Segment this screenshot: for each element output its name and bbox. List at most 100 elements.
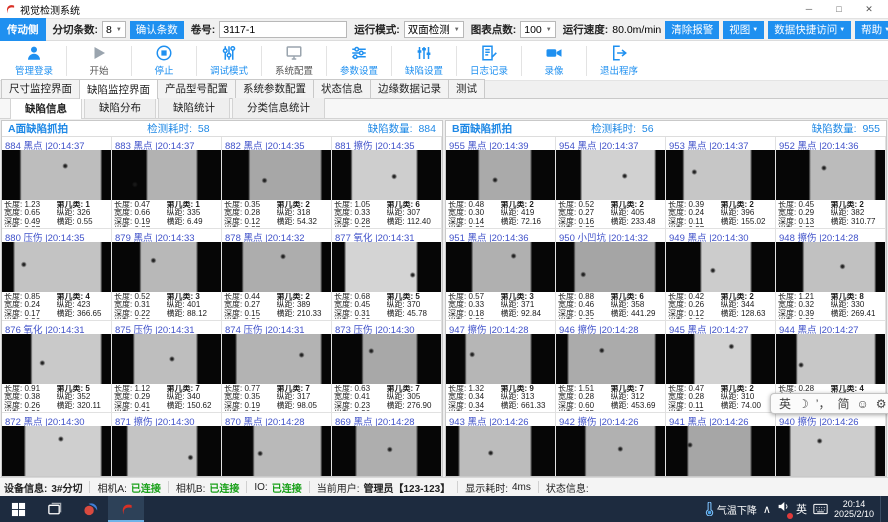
defect-info-left: 长度: 1.32宽度: 0.34深度: 0.34米数: 0.35 bbox=[448, 385, 501, 411]
defect-cell[interactable]: 955 黑点 |20:14:39长度: 0.48宽度: 0.30深度: 0.14… bbox=[446, 137, 556, 229]
minimize-button[interactable]: ─ bbox=[794, 4, 824, 15]
tool-button-play[interactable]: 开始 bbox=[67, 42, 131, 80]
defect-thumbnail bbox=[112, 426, 221, 476]
defect-cell[interactable]: 877 氧化 |20:14:31长度: 0.68宽度: 0.45深度: 0.31… bbox=[331, 228, 442, 321]
defect-cell[interactable]: 876 氧化 |20:14:31长度: 0.91宽度: 0.38深度: 0.26… bbox=[2, 320, 112, 413]
pinned-app-button[interactable] bbox=[72, 496, 108, 522]
defect-cell[interactable]: 875 压伤 |20:14:31长度: 1.12宽度: 0.29深度: 0.41… bbox=[111, 320, 222, 413]
tool-button-camera[interactable]: 录像 bbox=[522, 42, 586, 80]
ime-mode-indicator[interactable]: 英 bbox=[796, 501, 807, 517]
defect-cell[interactable]: 952 黑点 |20:14:36 长度: 0.45宽度: 0.29深度: 0.13… bbox=[775, 137, 886, 229]
info-line: 米数: 0.35 bbox=[558, 410, 611, 411]
run-mode-select[interactable]: 双面检测 ▼ bbox=[404, 21, 464, 38]
close-button[interactable]: ✕ bbox=[854, 4, 884, 15]
ime-fullwidth-toggle[interactable]: ☽ bbox=[798, 397, 809, 411]
tray-expand-chevron[interactable]: ∧ bbox=[763, 503, 771, 516]
drive-side-button[interactable]: 传动侧 bbox=[0, 18, 46, 41]
defect-cell[interactable]: 869 黑点 |20:14:28长度: 0.36宽度: 0.22深度: 0.10… bbox=[331, 412, 442, 476]
defect-cell[interactable]: 940 擦伤 |20:14:26长度: 1.26宽度: 0.33深度: 0.42… bbox=[775, 412, 886, 476]
defect-info-right: 第几类: 6纵距: 307横距: 112.40 bbox=[387, 201, 440, 227]
defect-cell[interactable]: 879 黑点 |20:14:33长度: 0.52宽度: 0.31深度: 0.22… bbox=[111, 228, 222, 321]
defect-cell[interactable]: 945 黑点 |20:14:27长度: 0.47宽度: 0.28深度: 0.11… bbox=[665, 320, 776, 413]
subtab-0[interactable]: 缺陷信息 bbox=[10, 98, 82, 119]
defect-cell[interactable]: 872 黑点 |20:14:30长度: 0.39宽度: 0.26深度: 0.13… bbox=[2, 412, 112, 476]
windows-logo-icon bbox=[11, 502, 26, 517]
tool-button-log[interactable]: 日志记录 bbox=[457, 42, 521, 80]
defect-info-right: 第几类: 7纵距: 317横距: 98.05 bbox=[277, 385, 330, 411]
weather-widget[interactable]: 气温下降 bbox=[704, 502, 757, 517]
ime-simplified-toggle[interactable]: 简 bbox=[837, 395, 849, 412]
defect-cell[interactable]: 941 黑点 |20:14:26长度: 0.38宽度: 0.23深度: 0.10… bbox=[665, 412, 776, 476]
defect-cell[interactable]: 882 黑点 |20:14:35长度: 0.35宽度: 0.28深度: 0.12… bbox=[221, 137, 332, 229]
tab-2[interactable]: 产品型号配置 bbox=[157, 79, 236, 98]
speaker-icon bbox=[777, 500, 790, 513]
defect-thumbnail bbox=[776, 334, 885, 384]
clock-time: 20:14 bbox=[834, 499, 874, 509]
subtab-3[interactable]: 分类信息统计 bbox=[232, 97, 325, 118]
tab-3[interactable]: 系统参数配置 bbox=[235, 79, 314, 98]
defect-cell[interactable]: 870 黑点 |20:14:28长度: 0.41宽度: 0.25深度: 0.11… bbox=[221, 412, 332, 476]
data-quick-access-button[interactable]: 数据快捷访问▼ bbox=[768, 21, 851, 39]
tool-button-sliders[interactable]: 参数设置 bbox=[327, 42, 391, 80]
chart-points-select[interactable]: 100 ▼ bbox=[520, 21, 555, 38]
defect-cell[interactable]: 948 擦伤 |20:14:28长度: 1.21宽度: 0.32深度: 0.39… bbox=[775, 228, 886, 321]
defect-cell[interactable]: 953 黑点 |20:14:37长度: 0.39宽度: 0.24深度: 0.11… bbox=[665, 137, 776, 229]
defect-cell[interactable]: 947 擦伤 |20:14:28长度: 1.32宽度: 0.34深度: 0.34… bbox=[446, 320, 556, 413]
start-button[interactable] bbox=[0, 496, 36, 522]
tool-button-equalizer[interactable]: 缺陷设置 bbox=[392, 42, 456, 80]
defect-cell[interactable]: 871 擦伤 |20:14:30长度: 1.34宽度: 0.31深度: 0.36… bbox=[111, 412, 222, 476]
tool-button-tune[interactable]: 调试模式 bbox=[197, 42, 261, 80]
taskbar-clock[interactable]: 20:14 2025/2/10 bbox=[834, 499, 874, 520]
tab-4[interactable]: 状态信息 bbox=[313, 79, 371, 98]
defect-cell-header: 952 黑点 |20:14:36 bbox=[776, 137, 885, 150]
tool-button-monitor[interactable]: 系统配置 bbox=[262, 42, 326, 80]
slit-count-label: 分切条数: bbox=[53, 22, 99, 37]
tab-6[interactable]: 测试 bbox=[448, 79, 485, 98]
confirm-count-button[interactable]: 确认条数 bbox=[130, 21, 184, 39]
ime-english-mode[interactable]: 英 bbox=[779, 395, 791, 412]
defect-cell[interactable]: 874 压伤 |20:14:31长度: 0.77宽度: 0.35深度: 0.19… bbox=[221, 320, 332, 413]
tab-0[interactable]: 尺寸监控界面 bbox=[1, 79, 80, 98]
tool-button-user[interactable]: 管理登录 bbox=[2, 42, 66, 80]
defect-cell[interactable]: 942 擦伤 |20:14:26长度: 1.18宽度: 0.30深度: 0.37… bbox=[555, 412, 666, 476]
defect-cell[interactable]: 883 黑点 |20:14:37长度: 0.47宽度: 0.66深度: 0.19… bbox=[111, 137, 222, 229]
task-view-button[interactable] bbox=[36, 496, 72, 522]
defect-cell[interactable]: 951 黑点 |20:14:36长度: 0.57宽度: 0.33深度: 0.18… bbox=[446, 228, 556, 321]
defect-cell[interactable]: 873 压伤 |20:14:30长度: 0.63宽度: 0.41深度: 0.23… bbox=[331, 320, 442, 413]
defect-cell[interactable]: 943 黑点 |20:14:26长度: 0.44宽度: 0.25深度: 0.13… bbox=[446, 412, 556, 476]
help-menu-button[interactable]: 帮助▼ bbox=[855, 21, 888, 39]
defect-info: 长度: 0.45宽度: 0.29深度: 0.13米数: 0.37第几类: 2纵距… bbox=[776, 200, 885, 228]
ime-punctuation-toggle[interactable]: ’， bbox=[816, 395, 831, 412]
maximize-button[interactable]: □ bbox=[824, 4, 854, 15]
active-app-button[interactable] bbox=[108, 496, 144, 522]
defect-info-right: 第几类: 9纵距: 313横距: 661.33 bbox=[501, 385, 554, 411]
tab-5[interactable]: 边缘数据记录 bbox=[370, 79, 449, 98]
camera-a-label: 相机A: bbox=[97, 480, 126, 495]
view-menu-button[interactable]: 视图▼ bbox=[723, 21, 764, 39]
window-title: 视觉检测系统 bbox=[20, 2, 80, 17]
subtab-2[interactable]: 缺陷统计 bbox=[158, 97, 230, 118]
defect-cell[interactable]: 881 擦伤 |20:14:35长度: 1.05宽度: 0.33深度: 0.28… bbox=[331, 137, 442, 229]
roll-number-input[interactable] bbox=[219, 21, 347, 38]
defect-cell[interactable]: 949 黑点 |20:14:30长度: 0.42宽度: 0.26深度: 0.12… bbox=[665, 228, 776, 321]
defect-cell[interactable]: 878 黑点 |20:14:32长度: 0.44宽度: 0.27深度: 0.15… bbox=[221, 228, 332, 321]
help-menu-label: 帮助 bbox=[861, 22, 882, 37]
defect-cell[interactable]: 884 黑点 |20:14:37长度: 1.23宽度: 0.65深度: 0.49… bbox=[2, 137, 112, 229]
weather-text: 气温下降 bbox=[717, 502, 757, 517]
clear-alarm-button[interactable]: 清除报警 bbox=[665, 21, 719, 39]
show-desktop-button[interactable] bbox=[880, 496, 884, 522]
volume-button[interactable] bbox=[777, 500, 790, 518]
ime-emoji-button[interactable]: ☺ bbox=[856, 397, 868, 411]
defect-cell[interactable]: 946 擦伤 |20:14:28长度: 1.51宽度: 0.28深度: 0.60… bbox=[555, 320, 666, 413]
tab-1[interactable]: 缺陷监控界面 bbox=[79, 79, 158, 99]
subtab-1[interactable]: 缺陷分布 bbox=[84, 97, 156, 118]
defect-cell[interactable]: 880 压伤 |20:14:35长度: 0.85宽度: 0.24深度: 0.17… bbox=[2, 228, 112, 321]
defect-cell[interactable]: 950 小凹坑 |20:14:32长度: 0.88宽度: 0.46深度: 0.3… bbox=[555, 228, 666, 321]
ime-settings-gear-icon[interactable]: ⚙ bbox=[876, 397, 887, 411]
defect-cell[interactable]: 954 黑点 |20:14:37长度: 0.52宽度: 0.27深度: 0.16… bbox=[555, 137, 666, 229]
tool-button-exit[interactable]: 退出程序 bbox=[587, 42, 651, 80]
tool-button-stop[interactable]: 停止 bbox=[132, 42, 196, 80]
slit-count-select[interactable]: 8 ▼ bbox=[102, 21, 126, 38]
touch-keyboard-icon[interactable] bbox=[813, 503, 828, 515]
defect-thumbnail bbox=[332, 426, 441, 476]
